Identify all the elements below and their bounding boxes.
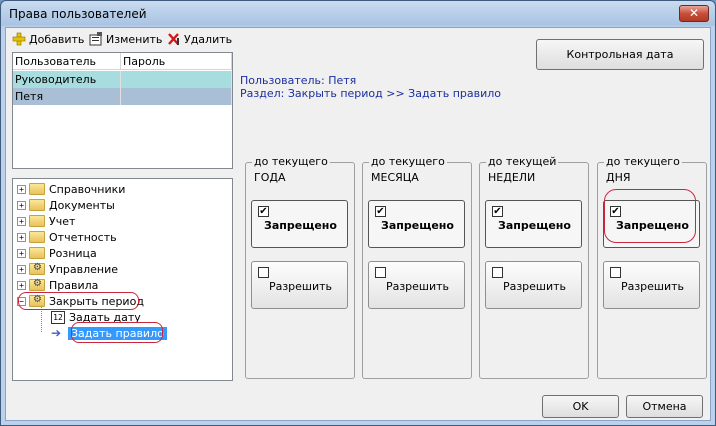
selection-header: Пользователь: Петя Раздел: Закрыть перио… [240, 74, 501, 100]
checkbox-checked[interactable]: ✔ [492, 206, 503, 217]
expand-icon[interactable]: + [17, 264, 26, 274]
checkbox-checked[interactable]: ✔ [375, 206, 386, 217]
control-date-button[interactable]: Контрольная дата [536, 39, 704, 70]
allow-label: Разрешить [268, 280, 333, 293]
group-day: до текущего ДНЯ ✔ Запрещено Разрешить [597, 156, 707, 379]
column-header-user[interactable]: Пользователь [13, 53, 121, 70]
edit-button[interactable]: Изменить [89, 30, 162, 48]
group-caption: до текущего [604, 155, 682, 168]
tree-item-roznitsa[interactable]: + Розница [17, 245, 97, 261]
password-cell [121, 88, 232, 105]
plus-icon [12, 32, 26, 46]
user-name-cell: Руководитель [13, 71, 121, 88]
gear-folder-icon [29, 278, 45, 291]
allow-button[interactable]: Разрешить [603, 261, 700, 309]
delete-label: Удалить [184, 32, 233, 46]
allow-button[interactable]: Разрешить [485, 261, 582, 309]
folder-icon [29, 231, 45, 243]
list-item[interactable]: Петя [13, 88, 232, 105]
date-icon: 12 [51, 310, 65, 324]
dialog-window: Права пользователей ✕ Добавить Изменить … [0, 0, 716, 426]
annotation-circle [18, 292, 139, 310]
user-line: Пользователь: Петя [240, 74, 357, 87]
delete-icon [167, 32, 181, 46]
gear-folder-icon [29, 262, 45, 275]
group-unit: ГОДА [254, 171, 286, 184]
group-unit: ДНЯ [606, 171, 631, 184]
expand-icon[interactable]: + [17, 280, 26, 290]
group-year: до текущего ГОДА ✔ Запрещено Разрешить [245, 156, 355, 379]
folder-icon [29, 215, 45, 227]
edit-icon [89, 32, 103, 46]
deny-button[interactable]: ✔ Запрещено [368, 200, 465, 248]
add-button[interactable]: Добавить [12, 30, 84, 48]
tree-item-pravila[interactable]: + Правила [17, 277, 98, 293]
tree-item-spravochniki[interactable]: + Справочники [17, 181, 125, 197]
expand-icon[interactable]: + [17, 232, 26, 242]
checkbox-checked[interactable]: ✔ [258, 206, 269, 217]
group-week: до текущей НЕДЕЛИ ✔ Запрещено Разрешить [479, 156, 589, 379]
tree-item-uchet[interactable]: + Учет [17, 213, 75, 229]
tree-item-label: Учет [49, 214, 76, 228]
allow-label: Разрешить [620, 280, 685, 293]
deny-label: Запрещено [498, 219, 571, 232]
deny-button[interactable]: ✔ Запрещено [251, 200, 348, 248]
checkbox[interactable] [375, 267, 386, 278]
expand-icon[interactable]: + [17, 248, 26, 258]
annotation-circle [71, 322, 163, 343]
group-caption: до текущей [486, 155, 559, 168]
folder-icon [29, 199, 45, 211]
delete-button[interactable]: Удалить [167, 30, 232, 48]
ok-button[interactable]: OK [542, 395, 619, 418]
tree-item-label: Управление [49, 262, 119, 276]
allow-label: Разрешить [385, 280, 450, 293]
list-item[interactable]: Руководитель [13, 71, 232, 88]
tree-item-otchetnost[interactable]: + Отчетность [17, 229, 117, 245]
expand-icon[interactable]: + [17, 216, 26, 226]
tree-connector [41, 307, 42, 332]
group-unit: МЕСЯЦА [371, 171, 419, 184]
tree-item-label: Отчетность [49, 230, 117, 244]
arrow-icon: ➔ [51, 325, 62, 340]
group-caption: до текущего [369, 155, 447, 168]
checkbox[interactable] [492, 267, 503, 278]
group-month: до текущего МЕСЯЦА ✔ Запрещено Разрешить [362, 156, 472, 379]
expand-icon[interactable]: + [17, 184, 26, 194]
tree-item-label: Розница [49, 246, 97, 260]
deny-label: Запрещено [381, 219, 454, 232]
dialog-client: Добавить Изменить Удалить Пользователь П… [5, 27, 711, 421]
tree-item-label: Справочники [49, 182, 126, 196]
cancel-button[interactable]: Отмена [626, 395, 703, 418]
group-caption: до текущего [252, 155, 330, 168]
allow-button[interactable]: Разрешить [251, 261, 348, 309]
section-line: Раздел: Закрыть период >> Задать правило [240, 87, 502, 100]
password-cell [121, 71, 232, 88]
window-title: Права пользователей [9, 7, 147, 21]
sections-tree[interactable]: + Справочники + Документы + Учет + Отчетност… [12, 178, 233, 381]
tree-item-dokumenty[interactable]: + Документы [17, 197, 115, 213]
column-header-password[interactable]: Пароль [121, 53, 232, 70]
tree-item-label: Правила [49, 278, 99, 292]
checkbox[interactable] [258, 267, 269, 278]
users-list[interactable]: Пользователь Пароль Руководитель Петя [12, 52, 233, 169]
tree-item-upravlenie[interactable]: + Управление [17, 261, 118, 277]
edit-label: Изменить [106, 32, 163, 46]
annotation-circle [604, 189, 696, 243]
checkbox[interactable] [610, 267, 621, 278]
group-unit: НЕДЕЛИ [488, 171, 536, 184]
expand-icon[interactable]: + [17, 200, 26, 210]
allow-button[interactable]: Разрешить [368, 261, 465, 309]
folder-icon [29, 183, 45, 195]
title-bar: Права пользователей ✕ [1, 1, 715, 27]
tree-item-label: Документы [49, 198, 115, 212]
close-button[interactable]: ✕ [679, 5, 709, 22]
folder-icon [29, 247, 45, 259]
add-label: Добавить [29, 32, 85, 46]
user-name-cell: Петя [13, 88, 121, 105]
deny-button[interactable]: ✔ Запрещено [485, 200, 582, 248]
allow-label: Разрешить [502, 280, 567, 293]
deny-label: Запрещено [264, 219, 337, 232]
